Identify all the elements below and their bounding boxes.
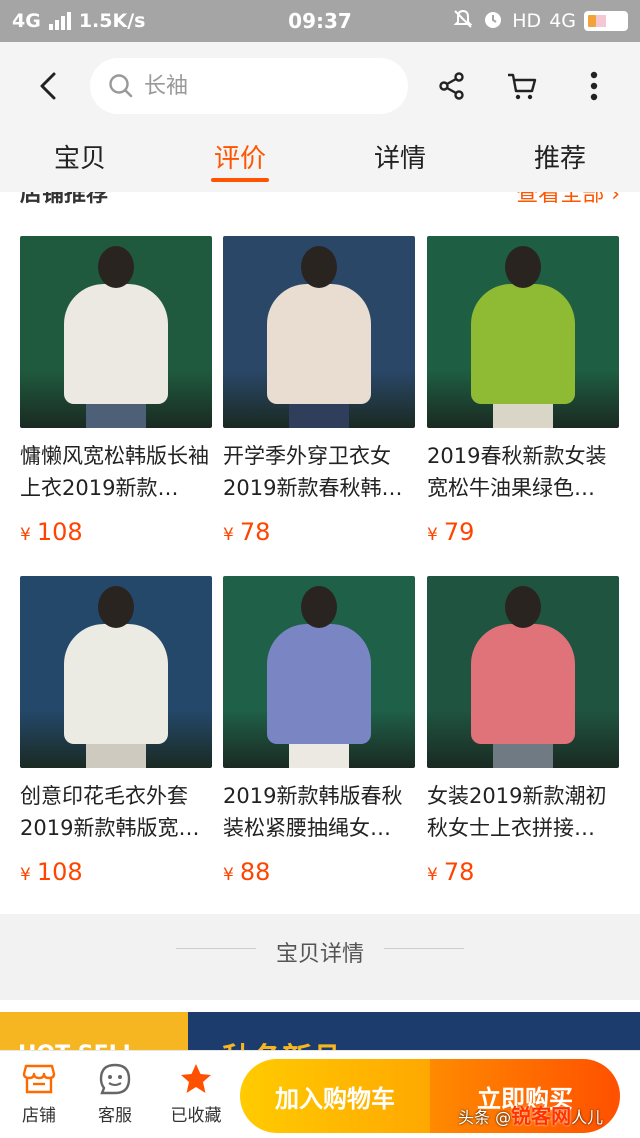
model-garment (64, 624, 168, 744)
model-garment (64, 284, 168, 404)
detail-label: 宝贝详情 (275, 942, 364, 967)
watermark: 头条 @锐客网人儿 (458, 1100, 603, 1129)
product-image (223, 236, 415, 428)
product-card[interactable]: 慵懒风宽松韩版长袖上衣2019新款… ¥108 (20, 236, 212, 546)
watermark-prefix: 头条 @ (458, 1108, 512, 1127)
model-legs (493, 402, 553, 428)
fav-label: 已收藏 (170, 1106, 222, 1126)
search-icon (109, 74, 133, 98)
product-name: 女装2019新款潮初秋女士上衣拼接… (427, 784, 607, 840)
model-legs (86, 742, 146, 768)
model-garment (471, 284, 575, 404)
product-price: ¥108 (20, 518, 212, 546)
product-card[interactable]: 开学季外穿卫衣女2019新款春秋韩… ¥78 (223, 236, 415, 546)
header: 宝贝 评价 详情 推荐 (0, 42, 640, 192)
cart-button[interactable] (502, 66, 542, 106)
product-name: 慵懒风宽松韩版长袖上衣2019新款… (20, 444, 209, 500)
clock: 09:37 (288, 9, 352, 33)
model-head (505, 586, 541, 628)
model-garment (471, 624, 575, 744)
share-button[interactable] (432, 66, 472, 106)
detail-section-divider: 宝贝详情 (0, 914, 640, 1000)
tab-reviews[interactable]: 评价 (160, 130, 320, 192)
product-card[interactable]: 2019新款韩版春秋装松紧腰抽绳女… ¥88 (223, 576, 415, 886)
price-value: 78 (239, 518, 271, 546)
model-head (505, 246, 541, 288)
product-image (223, 576, 415, 768)
star-icon (161, 1059, 231, 1099)
search-input[interactable] (144, 73, 364, 99)
product-card[interactable]: 2019春秋新款女装宽松牛油果绿色… ¥79 (427, 236, 619, 546)
chevron-left-icon (40, 72, 56, 100)
model-garment (267, 284, 371, 404)
product-card[interactable]: 女装2019新款潮初秋女士上衣拼接… ¥78 (427, 576, 619, 886)
currency-symbol: ¥ (223, 525, 234, 545)
product-image (427, 236, 619, 428)
product-price: ¥78 (427, 858, 619, 886)
model-legs (493, 742, 553, 768)
shop-icon (4, 1059, 74, 1099)
currency-symbol: ¥ (427, 525, 438, 545)
more-menu-button[interactable] (574, 66, 614, 106)
product-price: ¥88 (223, 858, 415, 886)
back-button[interactable] (30, 66, 66, 106)
view-all-link[interactable]: 查看全部 › (516, 192, 620, 208)
model-head (98, 246, 134, 288)
search-bar[interactable] (90, 58, 408, 114)
view-all-label: 查看全部 (516, 192, 605, 207)
tab-recommend[interactable]: 推荐 (480, 130, 640, 192)
price-value: 79 (443, 518, 475, 546)
model-garment (267, 624, 371, 744)
price-value: 108 (36, 518, 83, 546)
watermark-suffix: 人儿 (571, 1108, 604, 1127)
price-value: 108 (36, 858, 83, 886)
product-name: 2019春秋新款女装宽松牛油果绿色… (427, 444, 607, 500)
model-head (98, 586, 134, 628)
product-name: 开学季外穿卫衣女2019新款春秋韩… (223, 444, 403, 500)
customer-service-button[interactable]: 客服 (80, 1059, 150, 1126)
more-vertical-icon (590, 71, 598, 101)
tab-bar: 宝贝 评价 详情 推荐 (0, 130, 640, 192)
shop-recommend-header: 店铺推荐 查看全部 › (0, 192, 640, 212)
tab-baby[interactable]: 宝贝 (0, 130, 160, 192)
service-label: 客服 (98, 1106, 132, 1126)
currency-symbol: ¥ (427, 865, 438, 885)
model-legs (289, 402, 349, 428)
model-head (301, 246, 337, 288)
divider-line (384, 948, 464, 949)
product-image (20, 236, 212, 428)
battery-icon (584, 11, 628, 31)
product-name: 2019新款韩版春秋装松紧腰抽绳女… (223, 784, 403, 840)
shop-label: 店铺 (22, 1106, 56, 1126)
add-to-cart-button[interactable]: 加入购物车 (240, 1059, 430, 1133)
product-image (20, 576, 212, 768)
section-title: 店铺推荐 (20, 192, 109, 207)
product-price: ¥78 (223, 518, 415, 546)
share-icon (439, 72, 464, 100)
model-legs (289, 742, 349, 768)
product-image (427, 576, 619, 768)
shop-button[interactable]: 店铺 (4, 1059, 74, 1126)
product-page: 4G 1.5K/s 09:37 HD 4G 长袖 宝贝 评价 详情 推荐 店铺推… (0, 0, 640, 1138)
status-bar: 4G 1.5K/s 09:37 HD 4G (0, 0, 640, 42)
model-legs (86, 402, 146, 428)
currency-symbol: ¥ (20, 525, 31, 545)
currency-symbol: ¥ (20, 865, 31, 885)
product-card[interactable]: 创意印花毛衣外套2019新款韩版宽… ¥108 (20, 576, 212, 886)
chat-face-icon (80, 1059, 150, 1099)
product-price: ¥79 (427, 518, 619, 546)
favorite-button[interactable]: 已收藏 (161, 1059, 231, 1126)
currency-symbol: ¥ (223, 865, 234, 885)
product-price: ¥108 (20, 858, 212, 886)
cart-icon (508, 73, 537, 100)
tab-details[interactable]: 详情 (320, 130, 480, 192)
product-name: 创意印花毛衣外套2019新款韩版宽… (20, 784, 200, 840)
price-value: 88 (239, 858, 271, 886)
model-head (301, 586, 337, 628)
price-value: 78 (443, 858, 475, 886)
watermark-brand: 锐客网 (511, 1104, 572, 1128)
